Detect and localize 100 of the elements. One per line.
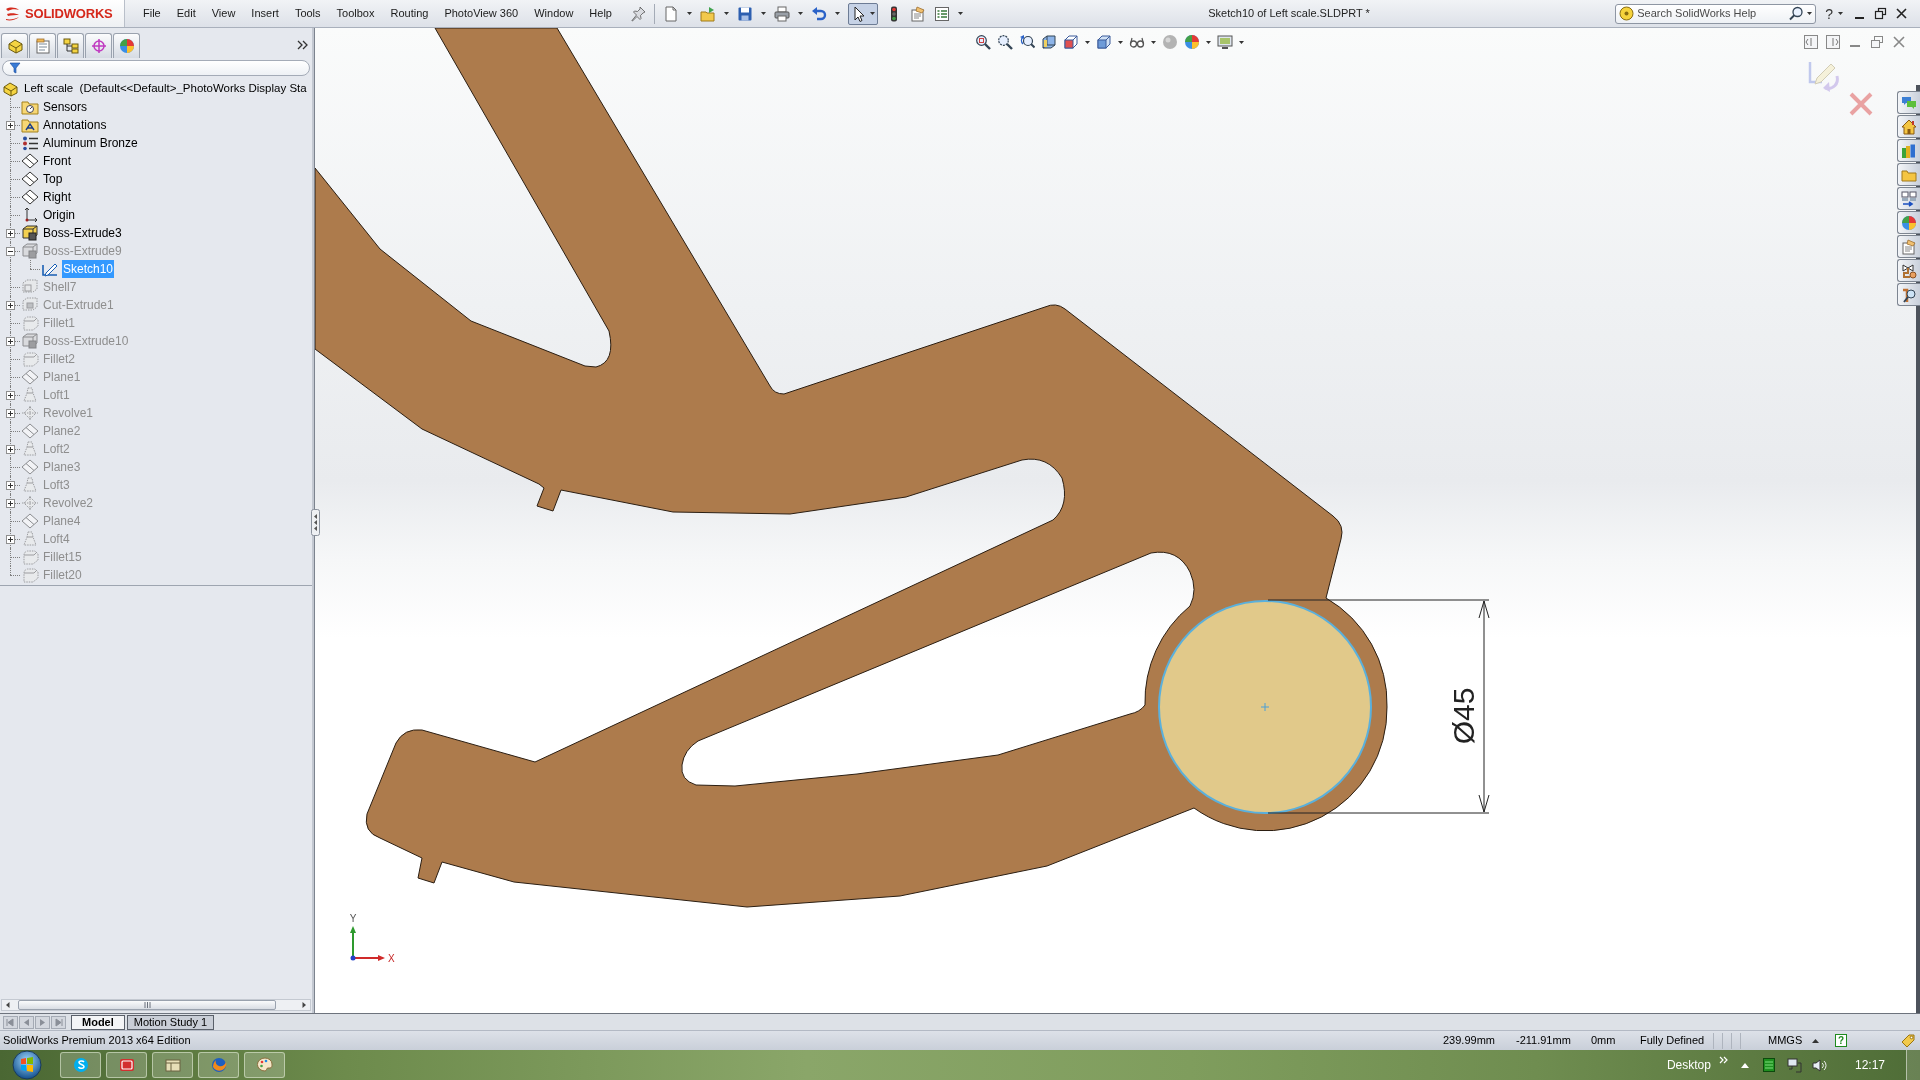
tree-item[interactable]: Right — [42, 188, 72, 206]
tree-item[interactable]: Aluminum Bronze — [42, 134, 139, 152]
clipboard-icon[interactable] — [909, 5, 926, 22]
caret-icon[interactable] — [1206, 40, 1211, 44]
caret-icon[interactable] — [1838, 12, 1843, 15]
expand-box-icon[interactable] — [6, 301, 15, 310]
panel-tab[interactable] — [29, 33, 56, 58]
new-document-icon[interactable] — [662, 5, 679, 22]
start-orb-icon[interactable] — [12, 1050, 42, 1080]
tree-item[interactable]: Sensors — [42, 98, 89, 116]
tree-item[interactable]: Top — [42, 170, 64, 188]
units-selector[interactable]: MMGS — [1768, 1032, 1812, 1049]
caret-icon[interactable] — [723, 12, 729, 15]
zoom-area-icon[interactable] — [997, 34, 1013, 50]
previous-view-icon[interactable] — [1019, 34, 1035, 50]
shaded-cube-icon[interactable] — [1096, 34, 1112, 50]
restore-icon[interactable] — [1874, 7, 1887, 20]
caret-icon[interactable] — [1151, 40, 1156, 44]
caret-icon[interactable] — [1118, 40, 1123, 44]
expand-box-icon[interactable] — [6, 229, 15, 238]
panel-tab[interactable] — [113, 33, 140, 58]
help-button[interactable]: ? — [1825, 6, 1833, 21]
bottom-tab[interactable]: Model — [71, 1014, 125, 1030]
tile-left-icon[interactable] — [1804, 35, 1818, 49]
scrollbar-thumb[interactable] — [18, 1000, 276, 1010]
caret-icon[interactable] — [1239, 40, 1244, 44]
caret-up-icon[interactable] — [1812, 1038, 1819, 1043]
caret-icon[interactable] — [1085, 40, 1090, 44]
caret-icon[interactable] — [686, 12, 692, 15]
toolbar-label[interactable]: Desktop — [1666, 1056, 1711, 1074]
taskbar-button[interactable] — [106, 1052, 147, 1078]
splitter-handle-icon[interactable] — [311, 509, 320, 536]
taskbar-button[interactable] — [198, 1052, 239, 1078]
caret-up-icon[interactable] — [1740, 1062, 1749, 1068]
color-sphere-icon[interactable] — [1184, 34, 1200, 50]
taskbar-button[interactable] — [152, 1052, 193, 1078]
task-pane-tab[interactable] — [1897, 259, 1920, 282]
save-icon[interactable] — [736, 5, 753, 22]
monitor-icon[interactable] — [1217, 34, 1233, 50]
task-pane-tab[interactable] — [1897, 283, 1920, 306]
menu-item[interactable]: Edit — [168, 5, 204, 22]
clock[interactable]: 12:17 — [1854, 1056, 1885, 1074]
expand-box-icon[interactable] — [6, 445, 15, 454]
speaker-icon[interactable] — [1811, 1057, 1827, 1073]
expand-box-icon[interactable] — [6, 535, 15, 544]
task-pane-tab[interactable] — [1897, 187, 1920, 210]
expand-box-icon[interactable] — [6, 499, 15, 508]
close-icon[interactable] — [1895, 7, 1908, 20]
bottom-tab[interactable]: Motion Study 1 — [126, 1014, 215, 1030]
panel-tab[interactable] — [57, 33, 84, 58]
collapse-box-icon[interactable] — [6, 247, 15, 256]
menu-item[interactable]: Window — [526, 5, 582, 22]
menu-item[interactable]: Tools — [286, 5, 329, 22]
search-input[interactable]: Search SolidWorks Help — [1637, 5, 1778, 22]
pin-icon[interactable] — [629, 5, 646, 22]
task-pane-tab[interactable] — [1897, 115, 1920, 138]
menu-item[interactable]: Toolbox — [328, 5, 383, 22]
task-pane-tab[interactable] — [1897, 139, 1920, 162]
help-button[interactable]: ? — [1835, 1034, 1847, 1047]
caret-icon[interactable] — [797, 12, 803, 15]
tree-item[interactable]: Boss-Extrude3 — [42, 224, 123, 242]
panel-tab[interactable] — [1, 33, 28, 58]
caret-icon[interactable] — [869, 12, 875, 15]
filter-field[interactable] — [2, 60, 310, 76]
printer-icon[interactable] — [773, 5, 790, 22]
expand-box-icon[interactable] — [6, 409, 15, 418]
expand-box-icon[interactable] — [6, 337, 15, 346]
tree-item[interactable]: Front — [42, 152, 72, 170]
network-icon[interactable] — [1786, 1057, 1802, 1073]
tag-icon[interactable] — [1900, 1032, 1916, 1049]
caret-icon[interactable] — [1807, 12, 1813, 15]
double-chevron-icon[interactable] — [297, 40, 308, 50]
zoom-to-fit-icon[interactable] — [975, 34, 991, 50]
menu-item[interactable]: Routing — [382, 5, 437, 22]
menu-item[interactable]: File — [135, 5, 169, 22]
checklist-icon[interactable] — [933, 5, 950, 22]
section-view-icon[interactable] — [1041, 34, 1057, 50]
tile-right-icon[interactable] — [1826, 35, 1840, 49]
tree-item[interactable]: Annotations — [42, 116, 108, 134]
meter-icon[interactable] — [1762, 1058, 1775, 1072]
caret-icon[interactable] — [760, 12, 766, 15]
menu-item[interactable]: Help — [581, 5, 620, 22]
expand-box-icon[interactable] — [6, 121, 15, 130]
expand-box-icon[interactable] — [6, 391, 15, 400]
menu-item[interactable]: Insert — [243, 5, 287, 22]
expand-box-icon[interactable] — [6, 481, 15, 490]
panel-tab[interactable] — [85, 33, 112, 58]
taskbar-button[interactable] — [60, 1052, 101, 1078]
search-field[interactable]: Search SolidWorks Help — [1615, 3, 1817, 24]
view-cube-icon[interactable] — [1063, 34, 1079, 50]
caret-icon[interactable] — [957, 12, 963, 15]
tree-item[interactable]: Left scale (Default<<Default>_PhotoWorks Display Sta — [23, 80, 308, 98]
menu-item[interactable]: View — [203, 5, 244, 22]
caret-icon[interactable] — [834, 12, 840, 15]
open-folder-icon[interactable] — [699, 5, 716, 22]
tree-item[interactable]: Origin — [42, 206, 76, 224]
task-pane-tab[interactable] — [1897, 211, 1920, 234]
menu-item[interactable]: PhotoView 360 — [436, 5, 527, 22]
search-icon[interactable] — [1789, 6, 1805, 21]
undo-icon[interactable] — [810, 5, 827, 22]
